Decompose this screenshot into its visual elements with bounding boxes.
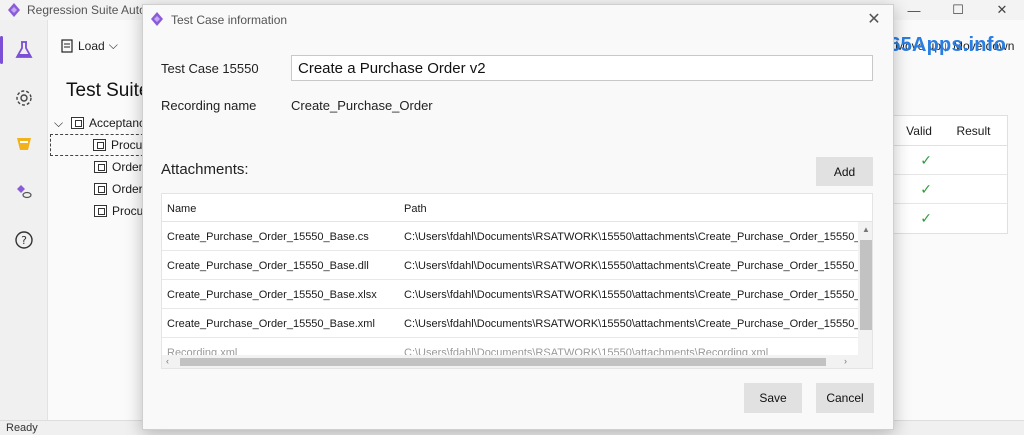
close-icon[interactable]: ✕ [859, 5, 889, 33]
task-recorder-icon [17, 138, 31, 150]
load-label: Load [78, 38, 105, 53]
vertical-scroll-thumb[interactable] [860, 240, 872, 330]
chevron-down-icon: ⌵ [54, 115, 64, 130]
flask-logo-icon [8, 3, 20, 17]
tree-item-label: Order [112, 160, 143, 174]
attachment-name: Create_Purchase_Order_15550_Base.dll [167, 260, 369, 272]
recording-name-value: Create_Purchase_Order [291, 98, 433, 113]
tree-item[interactable]: Order [54, 156, 154, 178]
scroll-left-icon[interactable]: ‹ [166, 356, 169, 366]
flask-logo-icon [151, 12, 163, 26]
test-case-info-dialog: Test Case information ✕ Test Case 15550 … [142, 4, 894, 430]
status-text: Ready [6, 422, 38, 434]
horizontal-scrollbar[interactable]: ‹ › [162, 355, 872, 368]
table-row[interactable]: Create_Purchase_Order_15550_Base.cs C:\U… [162, 222, 858, 251]
attachment-path: C:\Users\fdahl\Documents\RSATWORK\15550\… [404, 318, 858, 330]
table-row[interactable]: Create_Purchase_Order_15550_Base.xlsx C:… [162, 280, 858, 309]
tree-item[interactable]: Procure [54, 200, 154, 222]
scroll-right-icon[interactable]: › [844, 356, 847, 366]
recording-name-label: Recording name [161, 98, 257, 113]
path-column-header[interactable]: Path [404, 203, 427, 215]
table-row[interactable]: Recording.xml C:\Users\fdahl\Documents\R… [162, 338, 858, 355]
load-button[interactable]: Load ⌵ [60, 38, 118, 53]
table-header: Name Path [162, 194, 872, 222]
attachment-path: C:\Users\fdahl\Documents\RSATWORK\15550\… [404, 289, 858, 301]
test-suite-tree: ⌵ Acceptance Procure Order Order Procure [50, 112, 155, 222]
attachment-name: Recording.xml [167, 347, 238, 355]
test-case-name-input[interactable] [291, 55, 873, 81]
chevron-down-icon: ⌵ [108, 38, 118, 52]
result-column-header[interactable]: Result [940, 124, 1007, 138]
tree-item[interactable]: Order [54, 178, 154, 200]
nav-tasks[interactable] [0, 122, 48, 166]
horizontal-scroll-thumb[interactable] [180, 358, 826, 366]
name-column-header[interactable]: Name [167, 203, 196, 215]
maximize-button[interactable]: ☐ [936, 0, 980, 20]
table-row[interactable]: Create_Purchase_Order_15550_Base.dll C:\… [162, 251, 858, 280]
nav-test-plan[interactable] [0, 28, 48, 72]
attachment-path: C:\Users\fdahl\Documents\RSATWORK\15550\… [404, 347, 769, 355]
close-window-button[interactable]: ✕ [980, 0, 1024, 20]
tree-item[interactable]: Procure [50, 134, 155, 156]
nav-help[interactable]: ? [0, 218, 48, 262]
attachments-label: Attachments: [161, 161, 249, 178]
attachments-table: Name Path Create_Purchase_Order_15550_Ba… [161, 193, 873, 369]
test-case-icon [93, 139, 106, 151]
scroll-up-icon[interactable]: ▲ [862, 225, 870, 234]
gear-icon [16, 90, 32, 106]
suite-icon [71, 117, 84, 129]
add-attachment-button[interactable]: Add [816, 157, 873, 186]
test-case-label: Test Case 15550 [161, 61, 259, 76]
vertical-scrollbar[interactable]: ▲ [858, 222, 872, 355]
app-sidebar: ? [0, 20, 48, 420]
tree-root[interactable]: ⌵ Acceptance [54, 112, 154, 134]
table-row[interactable]: Create_Purchase_Order_15550_Base.xml C:\… [162, 309, 858, 338]
minimize-button[interactable]: — [892, 0, 936, 20]
attachment-path: C:\Users\fdahl\Documents\RSATWORK\15550\… [404, 260, 858, 272]
attachment-name: Create_Purchase_Order_15550_Base.xlsx [167, 289, 377, 301]
flask-icon [15, 41, 33, 58]
window-controls: — ☐ ✕ [892, 0, 1024, 20]
cancel-button[interactable]: Cancel [816, 383, 874, 413]
test-case-icon [94, 161, 107, 173]
save-button[interactable]: Save [744, 383, 802, 413]
attachment-name: Create_Purchase_Order_15550_Base.xml [167, 318, 375, 330]
attachment-path: C:\Users\fdahl\Documents\RSATWORK\15550\… [404, 231, 858, 243]
table-body: Create_Purchase_Order_15550_Base.cs C:\U… [162, 222, 858, 355]
svg-text:?: ? [21, 234, 27, 247]
test-case-icon [94, 183, 107, 195]
help-icon: ? [15, 231, 33, 249]
load-icon [61, 38, 73, 53]
nav-parameters[interactable] [0, 170, 48, 214]
dialog-title: Test Case information [171, 13, 288, 27]
diamond-link-icon [17, 185, 32, 199]
tree-item-label: Order [112, 182, 143, 196]
nav-settings[interactable] [0, 76, 48, 120]
attachment-name: Create_Purchase_Order_15550_Base.cs [167, 231, 369, 243]
test-case-icon [94, 205, 107, 217]
